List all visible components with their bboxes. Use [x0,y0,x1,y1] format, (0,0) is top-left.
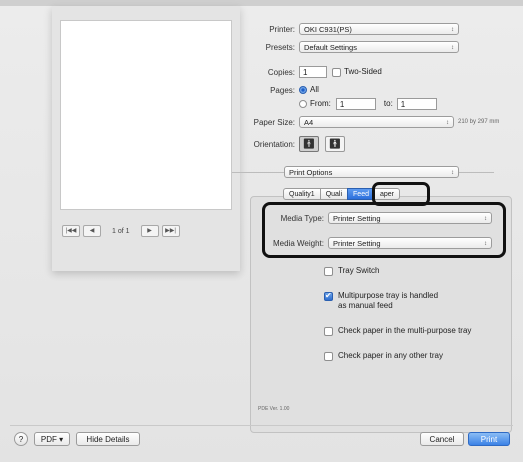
tab-quality1[interactable]: Quality1 [283,188,321,200]
tray-switch-label: Tray Switch [338,266,380,275]
tab-feed[interactable]: Feed [347,188,375,200]
pdf-menu-button[interactable]: PDF ▾ [34,432,70,446]
print-options-value: Print Options [289,168,333,177]
pages-to-label: to: [383,99,393,108]
paper-dimensions: 210 by 297 mm [458,119,500,125]
portrait-orientation-button[interactable]: 🚹︎ [299,136,319,152]
check-other-tray-checkbox[interactable] [324,351,333,361]
portrait-icon: 🚹︎ [302,138,316,150]
landscape-icon: 🚹︎ [328,138,342,150]
preview-page [60,20,232,210]
pages-to-field[interactable]: 1 [396,98,437,110]
popup-arrows-icon: ↕ [451,45,454,51]
page-count-text: 1 of 1 [112,227,130,235]
tray-switch-checkbox[interactable] [324,266,333,276]
hide-details-button[interactable]: Hide Details [76,432,140,446]
multipurpose-manual-feed-checkbox[interactable] [324,291,333,301]
popup-arrows-icon: ↕ [451,170,454,176]
popup-arrows-icon: ↕ [451,27,454,33]
presets-popup[interactable]: Default Settings ↕ [299,41,459,53]
cancel-button[interactable]: Cancel [420,432,464,446]
check-multipurpose-tray-checkbox[interactable] [324,326,333,336]
print-button[interactable]: Print [468,432,510,446]
print-options-popup[interactable]: Print Options ↕ [284,166,459,178]
first-page-button[interactable]: |◀◀ [62,225,80,237]
previous-page-button[interactable]: ◀ [83,225,101,237]
pages-from-label: From: [310,99,331,108]
check-multipurpose-tray-label: Check paper in the multi-purpose tray [338,326,472,335]
paper-size-value: A4 [304,118,314,127]
page-navigator: |◀◀ ◀ 1 of 1 ▶ ▶▶| [62,225,180,237]
paper-size-popup[interactable]: A4 ↕ [299,116,454,128]
bottom-separator [10,425,513,426]
orientation-label: Orientation: [253,139,295,149]
copies-label: Copies: [267,67,295,77]
presets-value: Default Settings [304,43,357,52]
landscape-orientation-button[interactable]: 🚹︎ [325,136,345,152]
copies-field[interactable]: 1 [299,66,327,78]
pages-all-label: All [310,85,319,94]
presets-label: Presets: [265,42,295,52]
two-sided-checkbox[interactable] [332,67,341,77]
multipurpose-manual-feed-label-line1: Multipurpose tray is handled [338,291,439,300]
printer-label: Printer: [269,24,295,34]
pages-label: Pages: [270,85,295,95]
print-dialog: |◀◀ ◀ 1 of 1 ▶ ▶▶| Printer: OKI C931(PS)… [0,0,523,462]
two-sided-label: Two-Sided [344,67,382,76]
popup-arrows-icon: ↕ [446,120,449,126]
pages-from-field[interactable]: 1 [335,98,376,110]
check-other-tray-label: Check paper in any other tray [338,351,443,360]
paper-size-label: Paper Size: [253,117,295,127]
driver-version-text: PDE Ver. 1.00 [258,406,290,412]
media-settings-highlight-box [262,202,506,258]
last-page-button[interactable]: ▶▶| [161,225,180,237]
pages-all-radio[interactable] [299,86,307,94]
help-button[interactable]: ? [14,432,28,446]
printer-popup[interactable]: OKI C931(PS) ↕ [299,23,459,35]
multipurpose-manual-feed-label-line2: as manual feed [338,301,393,310]
pages-from-radio[interactable] [299,100,307,108]
tab-quality2[interactable]: Quali [319,188,349,200]
printer-value: OKI C931(PS) [304,25,352,34]
next-page-button[interactable]: ▶ [140,225,159,237]
